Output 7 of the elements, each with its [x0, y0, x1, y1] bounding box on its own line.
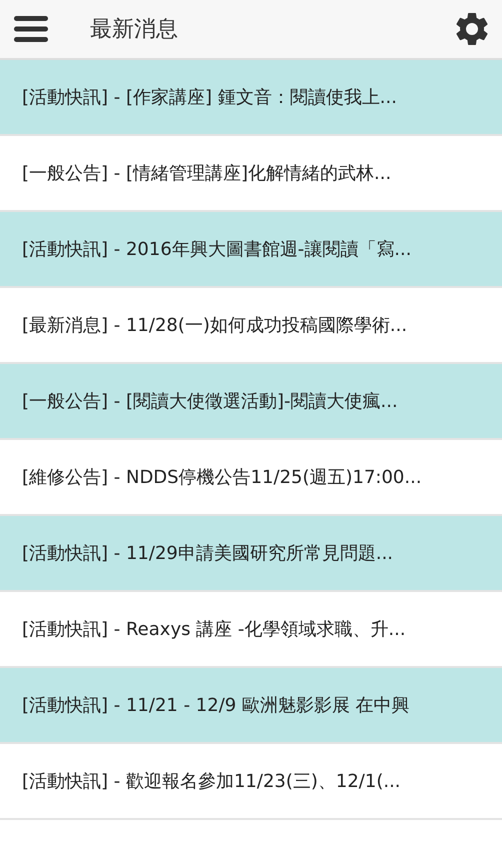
news-item[interactable]: [活動快訊] - 11/21 - 12/9 歐洲魅影影展 在中興	[0, 668, 502, 744]
news-item[interactable]: [活動快訊] - 11/29申請美國研究所常見問題...	[0, 516, 502, 592]
news-item[interactable]: [一般公告] - [閱讀大使徵選活動]-閱讀大使瘋...	[0, 364, 502, 440]
menu-icon[interactable]	[14, 16, 48, 42]
app-title: 最新消息	[90, 16, 179, 44]
news-item[interactable]: [活動快訊] - 2016年興大圖書館週-讓閱讀「寫...	[0, 212, 502, 288]
news-item[interactable]: [活動快訊] - [作家講座] 鍾文音：閱讀使我上...	[0, 60, 502, 136]
